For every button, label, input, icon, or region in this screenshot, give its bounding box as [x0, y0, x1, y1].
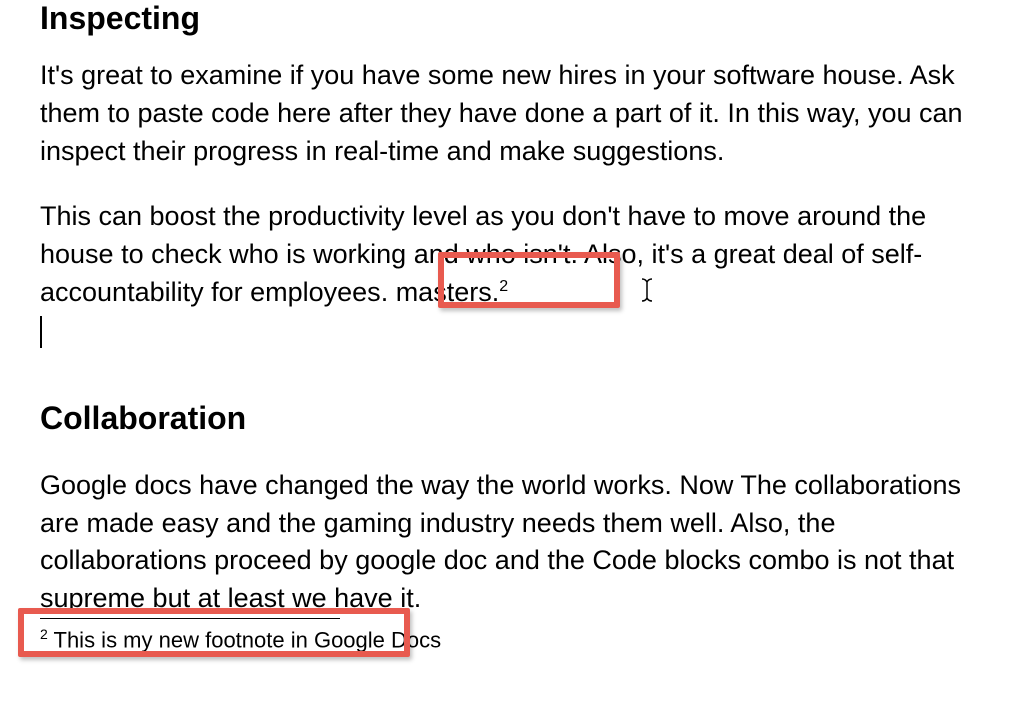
footnote-text: This is my new footnote in Google Docs [48, 627, 441, 652]
paragraph-3: Google docs have changed the way the wor… [40, 467, 984, 618]
footnote-marker: 2 [40, 626, 48, 642]
paragraph-2-part-b: . masters. [381, 277, 500, 307]
text-caret-line[interactable] [40, 312, 984, 350]
footnote-divider [40, 618, 340, 619]
footnote-entry[interactable]: 2 This is my new footnote in Google Docs [40, 625, 441, 655]
document-body[interactable]: Inspecting It's great to examine if you … [40, 0, 984, 618]
heading-collaboration: Collaboration [40, 400, 984, 437]
heading-inspecting: Inspecting [40, 0, 984, 37]
footnote-reference-marker[interactable]: 2 [499, 278, 508, 295]
paragraph-2: This can boost the productivity level as… [40, 198, 984, 311]
paragraph-1: It's great to examine if you have some n… [40, 57, 984, 170]
text-caret-icon [40, 316, 42, 348]
footnote-section: 2 This is my new footnote in Google Docs [40, 608, 441, 655]
